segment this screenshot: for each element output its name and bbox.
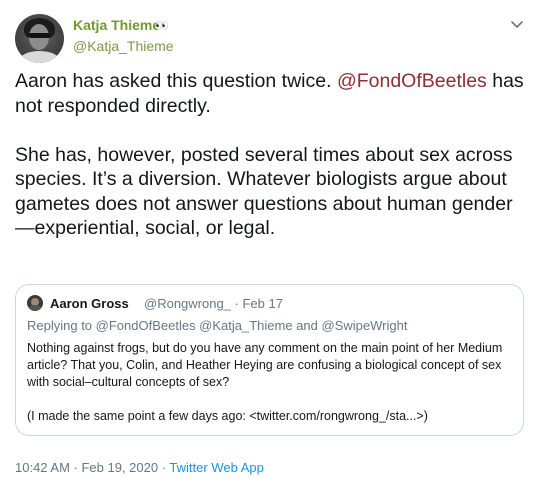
chevron-down-icon[interactable] (509, 16, 525, 32)
replying-to-line: Replying to @FondOfBeetles @Katja_Thieme… (27, 318, 407, 333)
tweet-meta: 10:42 AM · Feb 19, 2020 · Twitter Web Ap… (15, 460, 264, 475)
quoted-author-avatar (27, 295, 43, 311)
reply-mention-last: @SwipeWright (321, 318, 408, 333)
quoted-paragraph-2: (I made the same point a few days ago: <… (27, 409, 428, 423)
quoted-tweet-text: Nothing against frogs, but do you have a… (27, 340, 512, 425)
avatar-shoulders (19, 51, 60, 63)
reply-mentions: @FondOfBeetles @Katja_Thieme (95, 318, 293, 333)
replying-to-label: Replying to (27, 318, 96, 333)
quoted-handle-date: @Rongwrong_ · Feb 17 (144, 296, 283, 311)
author-avatar[interactable] (15, 14, 64, 63)
tweet-text-part: Aaron has asked this question twice. (15, 70, 337, 92)
quoted-paragraph-1: Nothing against frogs, but do you have a… (27, 341, 503, 389)
mention-link[interactable]: @FondOfBeetles (337, 70, 487, 92)
source-link[interactable]: Twitter Web App (169, 460, 263, 475)
tweet-card: Katja Thieme 👀 @Katja_Thieme Aaron has a… (0, 0, 541, 501)
quoted-author-name: Aaron Gross (50, 296, 129, 311)
tweet-paragraph-2: She has, however, posted several times a… (15, 143, 513, 240)
quoted-tweet[interactable]: Aaron Gross @Rongwrong_ · Feb 17 Replyin… (15, 284, 524, 436)
tweet-paragraph-1: Aaron has asked this question twice. @Fo… (15, 69, 530, 118)
quoted-avatar-body (28, 305, 42, 311)
replying-to-and: and (292, 318, 322, 333)
eyes-emoji-icon: 👀 (155, 20, 169, 32)
tweet-text: Aaron has asked this question twice. @Fo… (15, 69, 530, 241)
timestamp[interactable]: 10:42 AM · Feb 19, 2020 · (15, 460, 169, 475)
avatar-sunglasses (29, 33, 50, 38)
author-name[interactable]: Katja Thieme (73, 17, 160, 33)
author-handle[interactable]: @Katja_Thieme (73, 38, 174, 54)
